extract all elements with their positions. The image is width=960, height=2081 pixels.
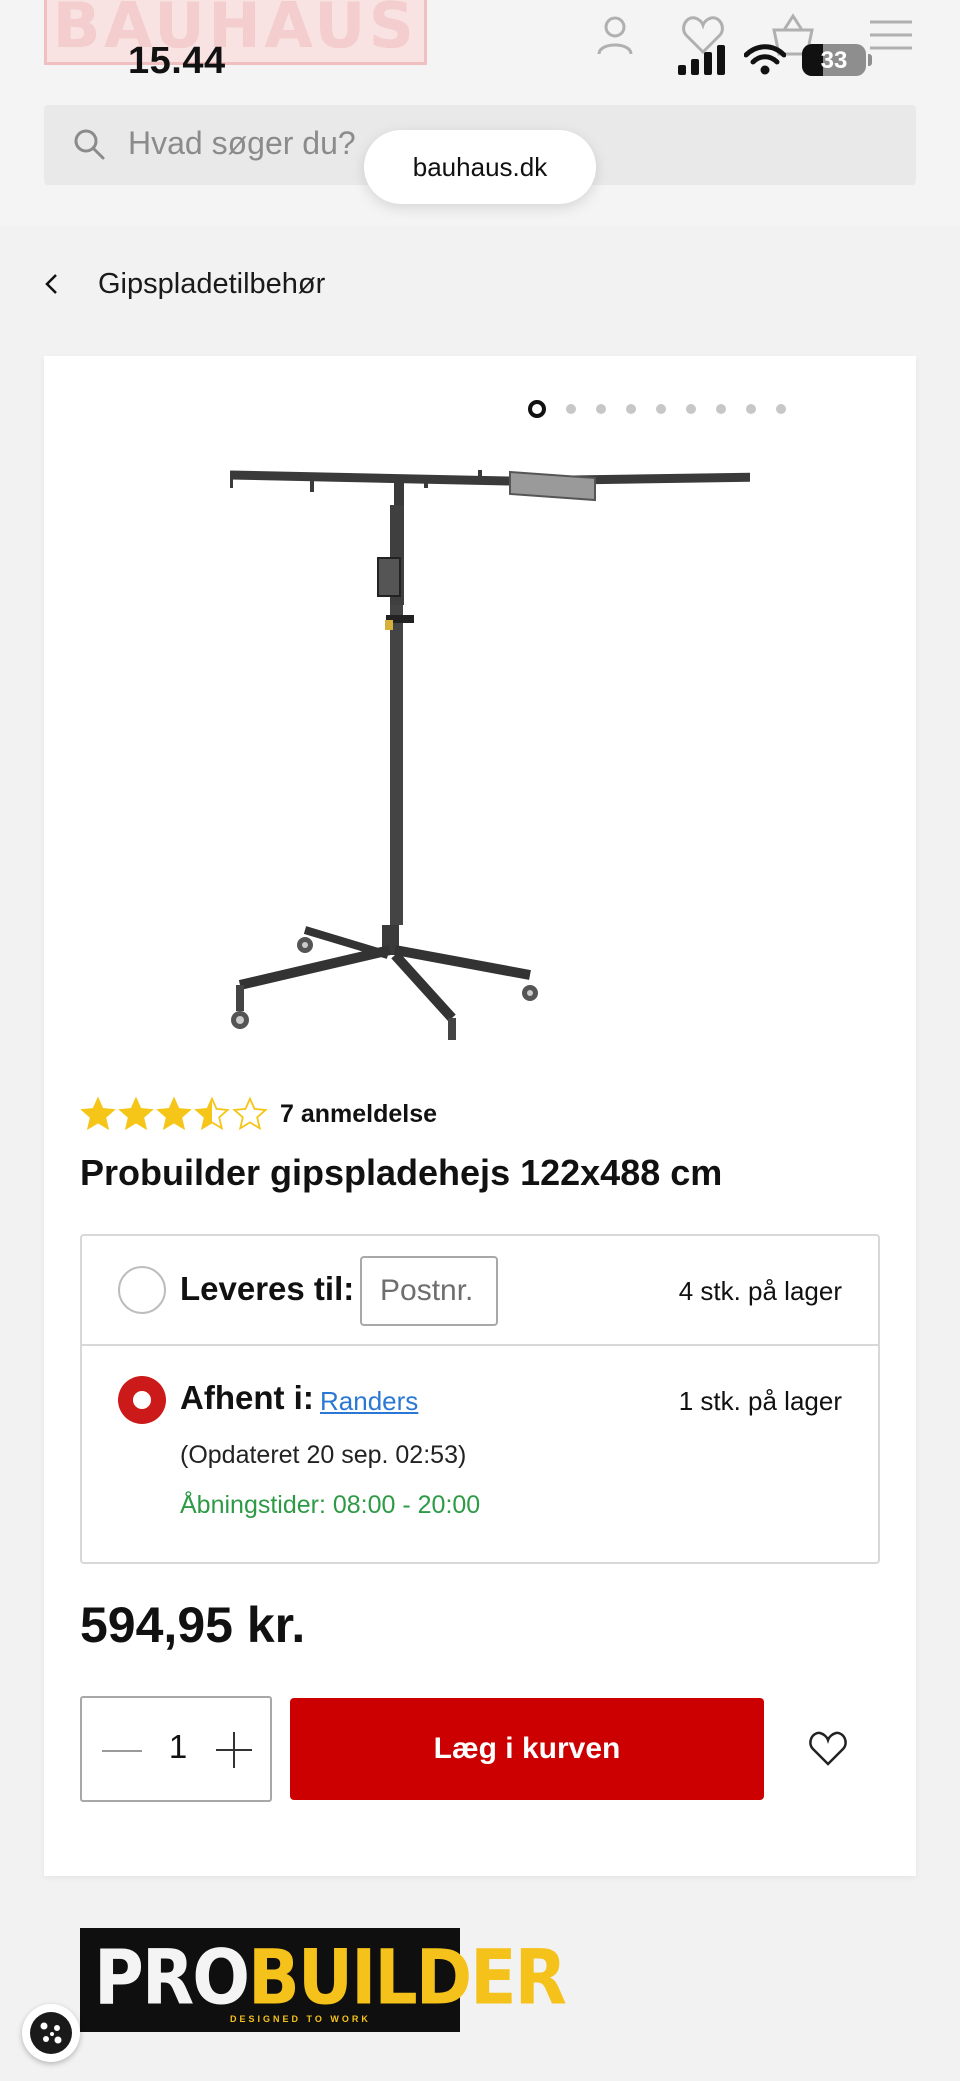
quantity-value[interactable]: 1 bbox=[158, 1728, 198, 1766]
gallery-dot[interactable] bbox=[746, 404, 756, 414]
opening-hours: Åbningstider: 08:00 - 20:00 bbox=[180, 1491, 481, 1519]
status-icons: 33 bbox=[678, 44, 872, 76]
product-price: 594,95 kr. bbox=[80, 1597, 306, 1653]
site-header: BAUHAUS 15.44 33 Hvad søger du? bauhaus.… bbox=[0, 0, 960, 225]
brand-tagline: DESIGNED TO WORK bbox=[230, 2014, 371, 2024]
battery-cap bbox=[868, 54, 872, 66]
delivery-label: Leveres til: bbox=[180, 1270, 355, 1307]
star-icon bbox=[118, 1096, 154, 1131]
product-card: 7 anmeldelse Probuilder gipspladehejs 12… bbox=[44, 356, 916, 1876]
star-icon bbox=[232, 1096, 268, 1131]
delivery-stock: 4 stk. på lager bbox=[678, 1276, 842, 1306]
gallery-dot[interactable] bbox=[528, 400, 546, 418]
gallery-dot[interactable] bbox=[566, 404, 576, 414]
availability-box: Leveres til: Postnr. 4 stk. på lager Afh… bbox=[80, 1234, 880, 1564]
product-title: Probuilder gipspladehejs 122x488 cm bbox=[80, 1152, 723, 1193]
pickup-label: Afhent i: bbox=[180, 1379, 314, 1416]
review-count[interactable]: 7 anmeldelse bbox=[280, 1100, 437, 1129]
product-rating[interactable]: 7 anmeldelse bbox=[80, 1096, 437, 1132]
breadcrumb-label[interactable]: Gipspladetilbehør bbox=[98, 268, 325, 301]
quantity-increase-button[interactable] bbox=[216, 1732, 252, 1768]
status-time: 15.44 bbox=[128, 40, 226, 82]
signal-icon bbox=[678, 45, 725, 75]
divider bbox=[82, 1344, 878, 1346]
star-icon bbox=[194, 1096, 230, 1131]
add-to-cart-button[interactable]: Læg i kurven bbox=[290, 1698, 764, 1800]
gallery-dot[interactable] bbox=[716, 404, 726, 414]
chevron-left-icon[interactable] bbox=[44, 264, 78, 304]
battery-level: 33 bbox=[820, 47, 848, 74]
pickup-stock: 1 stk. på lager bbox=[678, 1386, 842, 1416]
star-icon bbox=[80, 1096, 116, 1131]
gallery-dot[interactable] bbox=[596, 404, 606, 414]
postcode-input[interactable]: Postnr. bbox=[360, 1256, 498, 1326]
gallery-pagination[interactable] bbox=[528, 400, 786, 418]
wishlist-heart-icon[interactable] bbox=[806, 1726, 850, 1770]
battery-icon: 33 bbox=[802, 44, 866, 76]
rating-stars bbox=[80, 1096, 268, 1132]
star-icon bbox=[156, 1096, 192, 1131]
wifi-icon bbox=[744, 44, 786, 75]
delivery-radio[interactable] bbox=[118, 1266, 166, 1314]
gallery-dot[interactable] bbox=[626, 404, 636, 414]
gallery-dot[interactable] bbox=[686, 404, 696, 414]
gallery-dot[interactable] bbox=[656, 404, 666, 414]
pickup-radio[interactable] bbox=[118, 1376, 166, 1424]
cookie-icon bbox=[30, 2012, 72, 2054]
bauhaus-logo[interactable]: BAUHAUS bbox=[44, 0, 427, 65]
brand-name-white: PRO bbox=[94, 1934, 250, 2023]
gallery-dot[interactable] bbox=[776, 404, 786, 414]
brand-name-yellow: BUILDER bbox=[248, 1934, 567, 2023]
store-link[interactable]: Randers bbox=[320, 1386, 418, 1417]
brand-logo[interactable]: PROBUILDER DESIGNED TO WORK bbox=[80, 1928, 567, 2032]
cookie-settings-button[interactable] bbox=[22, 2004, 80, 2062]
stock-updated: (Opdateret 20 sep. 02:53) bbox=[180, 1441, 467, 1469]
product-image[interactable] bbox=[230, 420, 750, 1040]
search-icon bbox=[74, 129, 105, 160]
search-placeholder: Hvad søger du? bbox=[128, 125, 356, 161]
address-bar[interactable]: bauhaus.dk bbox=[364, 130, 596, 204]
quantity-stepper: 1 bbox=[80, 1696, 272, 1802]
menu-icon[interactable] bbox=[866, 10, 916, 60]
breadcrumb[interactable]: Gipspladetilbehør bbox=[44, 264, 325, 304]
quantity-decrease-button[interactable] bbox=[102, 1734, 142, 1768]
user-icon[interactable] bbox=[590, 10, 640, 60]
